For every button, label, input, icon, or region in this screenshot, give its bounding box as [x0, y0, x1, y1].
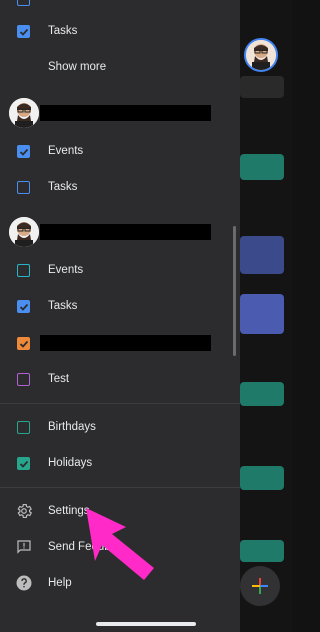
- account-avatar: [9, 98, 39, 128]
- check-icon: [19, 460, 28, 468]
- account-header-1: [0, 96, 240, 132]
- create-fab[interactable]: [240, 566, 280, 606]
- checkbox[interactable]: [17, 145, 30, 158]
- divider: [0, 403, 240, 404]
- plus-icon: [252, 578, 268, 594]
- event-block: [240, 236, 284, 274]
- redacted-account-name: [40, 224, 211, 240]
- calendar-item-redacted[interactable]: [0, 325, 240, 361]
- feedback-icon: [17, 540, 31, 554]
- avatar-face-icon: [9, 98, 39, 128]
- calendar-item-label: Tasks: [48, 300, 78, 312]
- avatar-face-icon: [9, 217, 39, 247]
- checkbox[interactable]: [17, 421, 30, 434]
- check-icon: [19, 28, 28, 36]
- checkbox[interactable]: [17, 181, 30, 194]
- checkbox-top-partial[interactable]: [17, 0, 30, 6]
- event-block: [240, 294, 284, 334]
- redacted-account-name: [40, 105, 211, 121]
- calendar-item-label: Tasks: [48, 181, 78, 193]
- show-more-link[interactable]: Show more: [0, 49, 240, 85]
- check-icon: [19, 340, 28, 348]
- show-more-label: Show more: [48, 61, 107, 73]
- checkbox[interactable]: [17, 337, 30, 350]
- event-block: [240, 540, 284, 562]
- help-label: Help: [48, 577, 72, 589]
- checkbox[interactable]: [17, 264, 30, 277]
- calendar-item-birthdays[interactable]: Birthdays: [0, 409, 240, 445]
- menu-item-help[interactable]: Help: [0, 565, 240, 601]
- gear-icon: [17, 503, 33, 519]
- redacted-calendar-name: [40, 335, 211, 351]
- checkbox[interactable]: [17, 25, 30, 38]
- calendar-item-label: Events: [48, 145, 84, 157]
- account-avatar: [9, 217, 39, 247]
- settings-label: Settings: [48, 505, 90, 517]
- scrollbar[interactable]: [233, 226, 236, 356]
- calendar-item-label: Events: [48, 264, 84, 276]
- checkbox[interactable]: [17, 300, 30, 313]
- home-indicator[interactable]: [96, 622, 196, 626]
- event-block: [240, 382, 284, 406]
- check-icon: [19, 148, 28, 156]
- calendar-item-label: Test: [48, 373, 70, 385]
- navigation-drawer: Tasks Show more Events Tasks Events Task…: [0, 0, 240, 632]
- calendar-item-holidays[interactable]: Holidays: [0, 445, 240, 481]
- event-block: [240, 154, 284, 180]
- event-block: [240, 76, 284, 98]
- divider: [0, 487, 240, 488]
- calendar-item-tasks-top[interactable]: Tasks: [0, 13, 240, 49]
- calendar-item-label: Tasks: [48, 25, 78, 37]
- event-block: [240, 466, 284, 490]
- checkbox[interactable]: [17, 457, 30, 470]
- calendar-item-events-2[interactable]: Events: [0, 252, 240, 288]
- account-header-2: [0, 215, 240, 251]
- calendar-item-label: Holidays: [48, 457, 93, 469]
- menu-item-send-feedback[interactable]: Send Feedb: [0, 529, 240, 565]
- menu-item-settings[interactable]: Settings: [0, 493, 240, 529]
- send-feedback-label: Send Feedb: [48, 541, 111, 553]
- check-icon: [19, 303, 28, 311]
- checkbox[interactable]: [17, 373, 30, 386]
- calendar-item-tasks-2[interactable]: Tasks: [0, 288, 240, 324]
- calendar-item-tasks-1[interactable]: Tasks: [0, 169, 240, 205]
- calendar-item-events-1[interactable]: Events: [0, 133, 240, 169]
- calendar-item-test[interactable]: Test: [0, 361, 240, 397]
- profile-avatar[interactable]: [244, 38, 278, 72]
- calendar-item-label: Birthdays: [48, 421, 96, 433]
- help-icon: [16, 575, 32, 591]
- avatar-face-icon: [246, 40, 276, 70]
